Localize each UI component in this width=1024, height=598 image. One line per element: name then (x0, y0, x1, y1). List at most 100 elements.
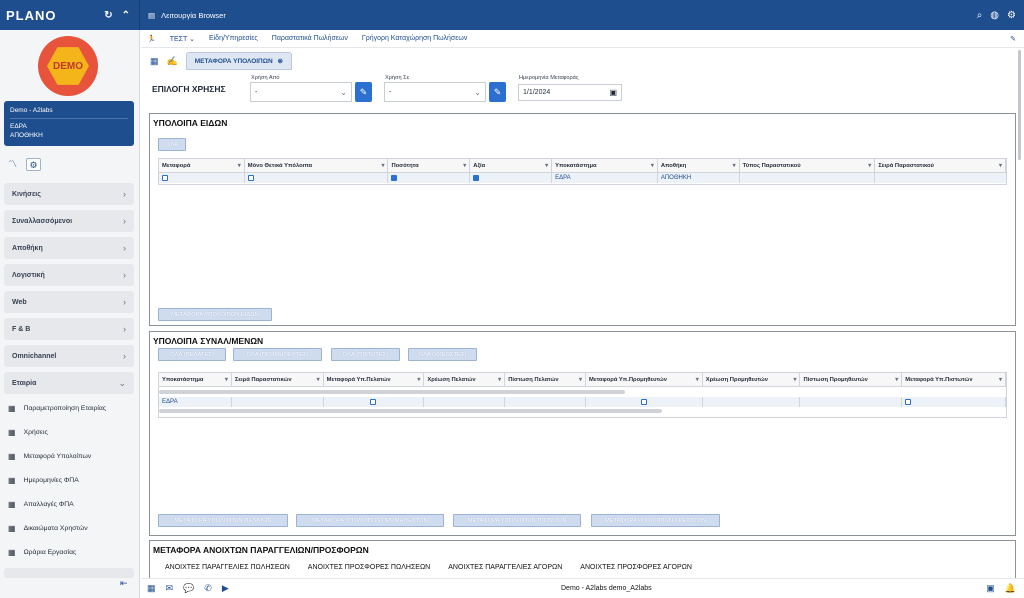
chat-icon[interactable]: 💬 (183, 583, 194, 594)
all-creditors-button[interactable]: ΟΛΑ (ΠΙΣΤΩΤΕΣ) (331, 348, 400, 361)
close-tab-icon[interactable]: ⊗ (277, 58, 282, 65)
refresh-icon[interactable]: ↻ (104, 10, 113, 21)
partners-grid-scrollbar-top[interactable] (159, 390, 625, 394)
filter-icon[interactable]: ▾ (417, 376, 420, 383)
sidebar-item-2[interactable]: Αποθήκη › (4, 237, 134, 259)
filter-icon[interactable]: ▾ (225, 376, 228, 383)
settings-cog-icon[interactable]: ⚙ (26, 158, 41, 171)
filter-icon[interactable]: ▾ (651, 162, 654, 169)
transfer-creditors-checkbox[interactable] (905, 399, 912, 405)
sidebar-item-7[interactable]: Εταιρία ⌄ (4, 372, 134, 394)
menu-item-sales-docs[interactable]: Παραστατικά Πωλήσεων (272, 35, 348, 42)
sidebar-subitem-6[interactable]: ▦ Ωράρια Εργασίας (8, 543, 134, 561)
all-customers-button[interactable]: ΟΛΑ (ΠΕΛΑΤΕΣ) (158, 348, 226, 361)
open-purchase-offers-link[interactable]: ΑΝΟΙΧΤΕΣ ΠΡΟΣΦΟΡΕΣ ΑΓΟΡΩΝ (580, 564, 692, 571)
filter-icon[interactable]: ▾ (498, 376, 501, 383)
sidebar-bottom-item[interactable] (4, 568, 134, 578)
column-header[interactable]: Χρέωση Πελατών ▾ (424, 373, 506, 386)
filter-icon[interactable]: ▾ (868, 162, 871, 169)
column-header[interactable]: Ποσότητα ▾ (388, 159, 471, 172)
sidebar-item-4[interactable]: Web › (4, 291, 134, 313)
sidebar-subitem-5[interactable]: ▦ Δικαιώματα Χρηστών (8, 519, 134, 537)
to-year-edit-button[interactable]: ✎ (489, 82, 506, 102)
column-header[interactable]: Πίστωση Πελατών ▾ (505, 373, 586, 386)
column-header[interactable]: Μεταφορά Υπ.Πελατών ▾ (324, 373, 425, 386)
sidebar-subitem-0[interactable]: ▦ Παραμετροποίηση Εταιρίας (8, 399, 134, 417)
open-sales-offers-link[interactable]: ΑΝΟΙΧΤΕΣ ΠΡΟΣΦΟΡΕΣ ΠΩΛΗΣΕΩΝ (308, 564, 430, 571)
transfer-items-button[interactable]: ΜΕΤΑΦΟΡΑ ΥΠΟΛΟΙΠΩΝ ΕΙΔΩΝ (158, 308, 272, 321)
sidebar-item-5[interactable]: F & B › (4, 318, 134, 340)
sidebar-item-1[interactable]: Συναλλασσόμενοι › (4, 210, 134, 232)
all-debtors-button[interactable]: ΟΛΑ (ΧΡΕΩΣΤΕΣ) (408, 348, 477, 361)
calendar-icon[interactable]: ▣ (986, 583, 995, 594)
sidebar-subitem-1[interactable]: ▦ Χρήσεις (8, 423, 134, 441)
quantity-checkbox[interactable] (391, 175, 398, 181)
sidebar-subitem-4[interactable]: ▦ Απαλλαγές ΦΠΑ (8, 495, 134, 513)
transfer-creditors-button[interactable]: ΜΕΤΑΦΟΡΑ ΥΠΟΛΟΙΠΩΝ ΠΙΣΤΩΤΩΝ (453, 514, 581, 527)
transfer-debtors-button[interactable]: ΜΕΤΑΦΟΡΑ ΥΠΟΛΟΙΠΩΝ ΧΡΕΩΣΤΩΝ (591, 514, 720, 527)
column-header[interactable]: Μεταφορά Υπ.Πιστωτών ▾ (902, 373, 1006, 386)
filter-icon[interactable]: ▾ (733, 162, 736, 169)
edit-icon[interactable]: ✎ (1010, 35, 1024, 43)
all-suppliers-button[interactable]: ΟΛΑ (ΠΡΟΜΗΘΕΥΤΕΣ) (233, 348, 322, 361)
bell-icon[interactable]: 🔔 (1005, 583, 1016, 594)
open-purchase-orders-link[interactable]: ΑΝΟΙΧΤΕΣ ΠΑΡΑΓΓΕΛΙΕΣ ΑΓΟΡΩΝ (448, 564, 562, 571)
filter-icon[interactable]: ▾ (999, 376, 1002, 383)
sidebar-subitem-3[interactable]: ▦ Ημερομηνίες ΦΠΑ (8, 471, 134, 489)
filter-icon[interactable]: ▾ (895, 376, 898, 383)
sidebar-item-0[interactable]: Κινήσεις › (4, 183, 134, 205)
open-sales-orders-link[interactable]: ΑΝΟΙΧΤΕΣ ΠΑΡΑΓΓΕΛΙΕΣ ΠΩΛΗΣΕΩΝ (165, 564, 290, 571)
column-header[interactable]: Μεταφορά ▾ (159, 159, 245, 172)
to-year-select[interactable]: - ⌄ (384, 82, 486, 102)
table-row[interactable]: ΕΔΡΑ ΑΠΟΘΗΚΗ (159, 173, 1006, 183)
column-header[interactable]: Χρέωση Προμηθευτών ▾ (703, 373, 801, 386)
chevron-up-icon[interactable]: ⌃ (122, 10, 131, 21)
company-card[interactable]: Demo - A2labs ΕΔΡΑ ΑΠΟΘΗΚΗ (4, 101, 134, 146)
column-header[interactable]: Τύπος Παραστατικού ▾ (740, 159, 876, 172)
filter-icon[interactable]: ▾ (317, 376, 320, 383)
sidebar-item-3[interactable]: Λογιστική › (4, 264, 134, 286)
value-checkbox[interactable] (473, 175, 480, 181)
transfer-suppliers-checkbox[interactable] (640, 399, 647, 405)
filter-icon[interactable]: ▾ (579, 376, 582, 383)
filter-icon[interactable]: ▾ (463, 162, 466, 169)
settings-gear-icon[interactable]: ⚙ (1007, 10, 1016, 21)
document-edit-icon[interactable]: ✍ (167, 56, 178, 67)
from-year-select[interactable]: - ⌄ (250, 82, 352, 102)
positive-only-checkbox[interactable] (247, 175, 254, 181)
column-header[interactable]: Αξία ▾ (470, 159, 553, 172)
globe-icon[interactable]: ◍ (990, 10, 999, 21)
column-header[interactable]: Υποκατάστημα ▾ (159, 373, 232, 386)
transfer-date-input[interactable]: 1/1/2024 ▣ (518, 84, 622, 101)
filter-icon[interactable]: ▾ (381, 162, 384, 169)
tab-balance-transfer[interactable]: ΜΕΤΑΦΟΡΑ ΥΠΟΛΟΙΠΩΝ ⊗ (185, 52, 292, 70)
transfer-customers-checkbox[interactable] (370, 399, 377, 405)
transfer-checkbox[interactable] (162, 175, 168, 181)
filter-icon[interactable]: ▾ (696, 376, 699, 383)
partners-grid-scrollbar[interactable] (159, 409, 662, 413)
calendar-icon[interactable]: ▣ (609, 88, 617, 97)
column-header[interactable]: Πίστωση Προμηθευτών ▾ (800, 373, 903, 386)
menu-item-quick-sales[interactable]: Γρήγορη Καταχώρηση Πωλήσεων (362, 35, 467, 42)
menu-item-products[interactable]: Είδη/Υπηρεσίες (209, 35, 258, 42)
from-year-edit-button[interactable]: ✎ (355, 82, 372, 102)
column-header[interactable]: Μεταφορά Υπ.Προμηθευτών ▾ (586, 373, 703, 386)
transfer-suppliers-button[interactable]: ΜΕΤΑΦΟΡΑ ΥΠΟΛΟΙΠΩΝ ΠΡΟΜΗΘΕΥΤΩΝ (296, 514, 444, 527)
items-all-button[interactable]: ΟΛΑ (158, 138, 186, 151)
mail-icon[interactable]: ✉ (166, 583, 174, 594)
filter-icon[interactable]: ▾ (238, 162, 241, 169)
filter-icon[interactable]: ▾ (545, 162, 548, 169)
filter-icon[interactable]: ▾ (999, 162, 1002, 169)
filter-icon[interactable]: ▾ (793, 376, 796, 383)
column-header[interactable]: Αποθήκη ▾ (658, 159, 740, 172)
menu-item-test[interactable]: ΤΕΣΤ ⌄ (170, 35, 195, 43)
chart-line-icon[interactable]: 〽 (5, 158, 20, 171)
calculator-icon[interactable]: ▦ (147, 583, 156, 594)
transfer-customers-button[interactable]: ΜΕΤΑΦΟΡΑ ΥΠΟΛΟΙΠΩΝ ΠΕΛΑΤΩΝ (158, 514, 288, 527)
column-header[interactable]: Υποκατάστημα ▾ (552, 159, 658, 172)
grid-apps-icon[interactable]: ▦ (150, 56, 159, 67)
video-icon[interactable]: ▶ (222, 583, 229, 594)
sidebar-item-6[interactable]: Omnichannel › (4, 345, 134, 367)
column-header[interactable]: Σειρά Παραστατικού ▾ (875, 159, 1006, 172)
sidebar-subitem-2[interactable]: ▦ Μεταφορά Υπολοίπων (8, 447, 134, 465)
